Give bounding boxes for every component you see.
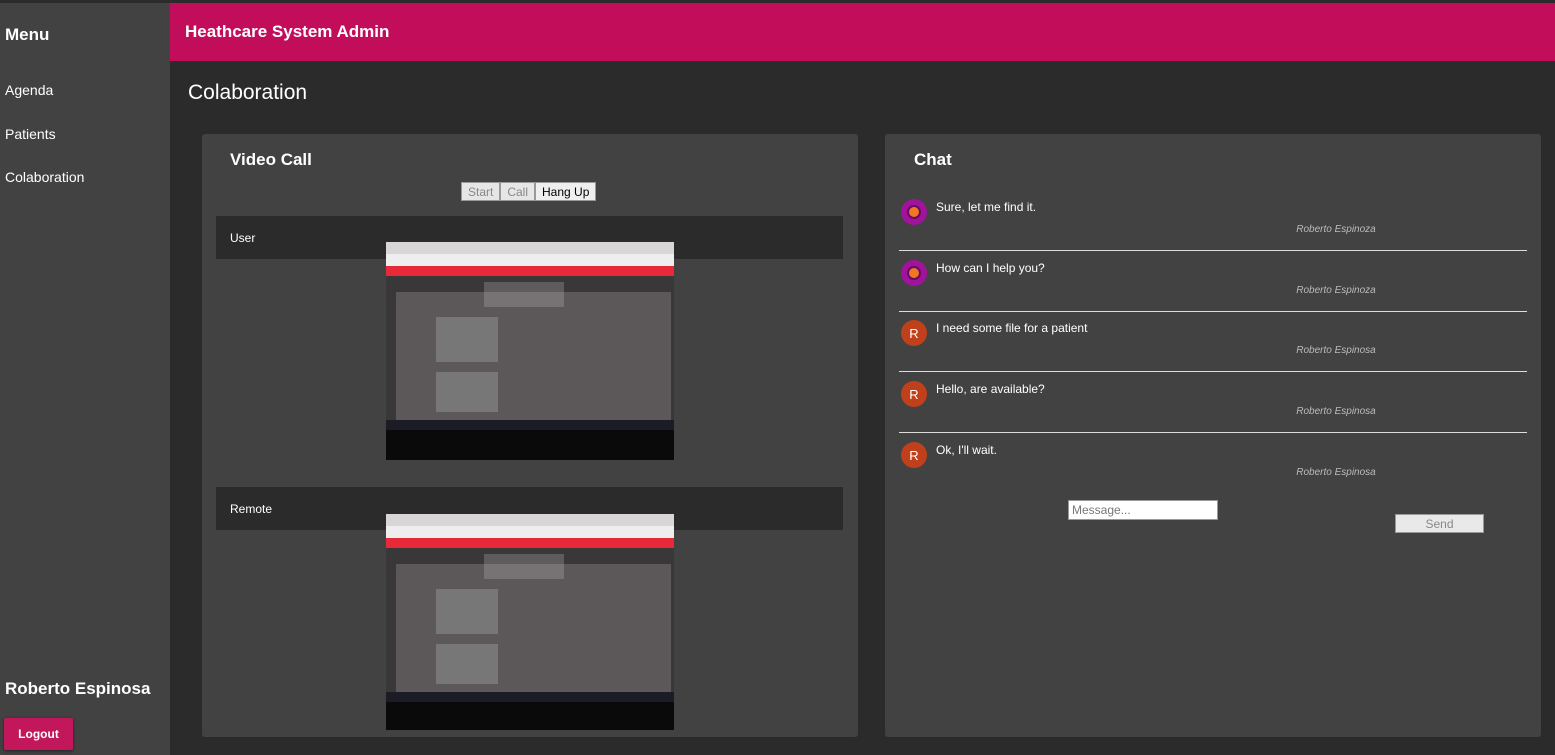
chat-message: Sure, let me find it. Roberto Espinoza [899, 191, 1527, 251]
avatar-logo-icon [901, 199, 927, 225]
call-button[interactable]: Call [500, 182, 536, 201]
chat-title: Chat [914, 150, 952, 169]
message-author: Roberto Espinoza [1296, 224, 1376, 235]
logout-button[interactable]: Logout [4, 718, 73, 750]
avatar: R [901, 381, 927, 407]
message-text: How can I help you? [936, 261, 1045, 275]
hang-up-button[interactable]: Hang Up [535, 182, 597, 201]
message-author: Roberto Espinoza [1296, 285, 1376, 296]
message-author: Roberto Espinosa [1296, 406, 1376, 417]
sidebar-item-patients[interactable]: Patients [5, 126, 56, 142]
page-title: Colaboration [188, 81, 308, 104]
message-input[interactable] [1068, 500, 1218, 520]
chat-message: R Hello, are available? Roberto Espinosa [899, 373, 1527, 433]
call-controls: Start Call Hang Up [461, 182, 597, 201]
message-text: Sure, let me find it. [936, 200, 1037, 214]
chat-message: R Ok, I'll wait. Roberto Espinosa [899, 434, 1527, 494]
menu-title: Menu [5, 25, 50, 44]
message-text: Ok, I'll wait. [936, 443, 997, 457]
remote-video [386, 514, 674, 730]
app-title: Heathcare System Admin [185, 22, 390, 41]
chat-card: Chat Sure, let me find it. Roberto Espin… [885, 134, 1541, 737]
chat-message: How can I help you? Roberto Espinoza [899, 252, 1527, 312]
avatar: R [901, 320, 927, 346]
remote-video-label: Remote [230, 502, 273, 516]
sidebar: Menu Agenda Patients Colaboration Robert… [0, 3, 170, 755]
send-button[interactable]: Send [1395, 514, 1484, 533]
video-call-title: Video Call [230, 150, 312, 169]
sidebar-item-colaboration[interactable]: Colaboration [5, 169, 84, 185]
user-video-label: User [230, 231, 256, 245]
message-text: I need some file for a patient [936, 321, 1088, 335]
avatar-logo-icon [901, 260, 927, 286]
message-author: Roberto Espinosa [1296, 467, 1376, 478]
video-call-card: Video Call Start Call Hang Up User Remot… [202, 134, 858, 737]
start-button[interactable]: Start [461, 182, 501, 201]
user-name: Roberto Espinosa [5, 679, 151, 698]
app-header: Heathcare System Admin [170, 3, 1555, 61]
avatar: R [901, 442, 927, 468]
user-video [386, 242, 674, 460]
sidebar-item-agenda[interactable]: Agenda [5, 82, 53, 98]
message-author: Roberto Espinosa [1296, 345, 1376, 356]
chat-message: R I need some file for a patient Roberto… [899, 312, 1527, 372]
message-text: Hello, are available? [936, 382, 1045, 396]
